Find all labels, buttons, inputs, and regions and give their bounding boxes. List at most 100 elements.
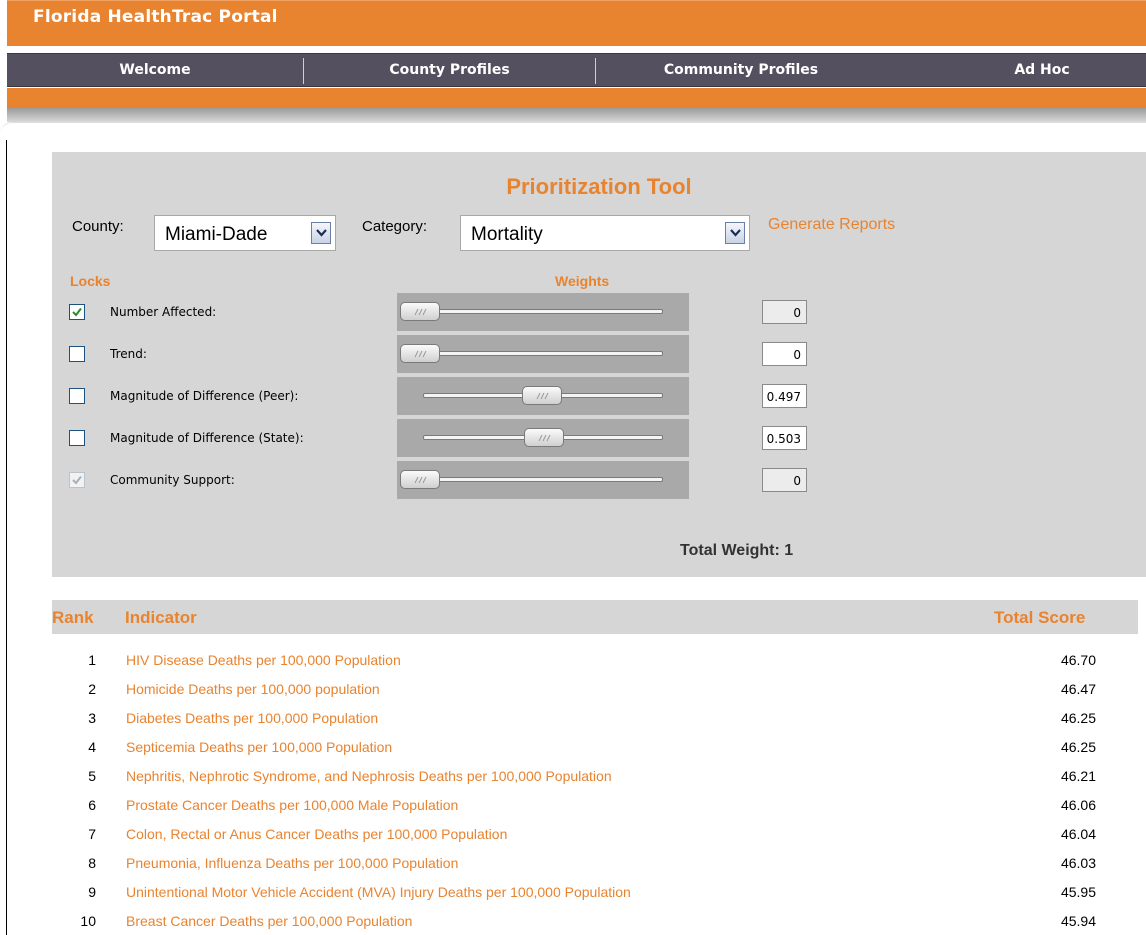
grip-icon bbox=[414, 476, 427, 484]
score-cell: 46.25 bbox=[1060, 739, 1096, 755]
lock-checkbox bbox=[69, 472, 85, 488]
score-cell: 46.03 bbox=[1060, 855, 1096, 871]
weight-value-input[interactable]: 0.497 bbox=[762, 384, 807, 408]
header-shadow-strip bbox=[7, 108, 1146, 122]
rank-cell: 2 bbox=[88, 681, 96, 697]
nav-county-profiles[interactable]: County Profiles bbox=[304, 54, 595, 88]
slider-thumb[interactable] bbox=[524, 428, 564, 447]
slider-track[interactable] bbox=[423, 309, 663, 314]
table-row: 5 Nephritis, Nephrotic Syndrome, and Neph… bbox=[52, 765, 1138, 789]
rank-cell: 3 bbox=[88, 710, 96, 726]
app-title: Florida HealthTrac Portal bbox=[33, 7, 278, 27]
rank-cell: 6 bbox=[88, 797, 96, 813]
header-accent-strip bbox=[7, 88, 1146, 108]
indicator-link[interactable]: Unintentional Motor Vehicle Accident (MV… bbox=[126, 884, 631, 900]
indicator-link[interactable]: Breast Cancer Deaths per 100,000 Populat… bbox=[126, 913, 412, 929]
score-cell: 46.70 bbox=[1060, 652, 1096, 668]
county-select[interactable]: Miami-Dade bbox=[154, 215, 336, 251]
slider-thumb[interactable] bbox=[522, 386, 562, 405]
indicator-link[interactable]: Nephritis, Nephrotic Syndrome, and Nephr… bbox=[126, 768, 612, 784]
nav-community-profiles[interactable]: Community Profiles bbox=[596, 54, 886, 88]
indicator-column-header[interactable]: Indicator bbox=[125, 608, 197, 628]
weight-value-input: 0 bbox=[762, 300, 807, 324]
weight-row-label: Magnitude of Difference (Peer): bbox=[110, 389, 299, 403]
rank-cell: 10 bbox=[80, 913, 96, 929]
lock-checkbox[interactable] bbox=[69, 388, 85, 404]
lock-checkbox[interactable] bbox=[69, 304, 85, 320]
panel-title: Prioritization Tool bbox=[506, 174, 692, 199]
rank-column-header[interactable]: Rank bbox=[52, 608, 94, 628]
weight-value-input[interactable]: 0.503 bbox=[762, 426, 807, 450]
slider-track[interactable] bbox=[423, 351, 663, 356]
checkmark-icon bbox=[72, 307, 82, 317]
category-select-value: Mortality bbox=[471, 224, 543, 245]
table-row: 6 Prostate Cancer Deaths per 100,000 Male… bbox=[52, 794, 1138, 818]
table-row: 9 Unintentional Motor Vehicle Accident (M… bbox=[52, 881, 1138, 905]
weight-slider[interactable] bbox=[397, 293, 689, 331]
indicator-link[interactable]: Homicide Deaths per 100,000 population bbox=[126, 681, 380, 697]
main-nav: Welcome County Profiles Community Profil… bbox=[7, 53, 1146, 87]
prioritization-panel: Prioritization Tool County: Miami-Dade C… bbox=[52, 152, 1146, 577]
score-cell: 46.06 bbox=[1060, 797, 1096, 813]
slider-thumb[interactable] bbox=[400, 302, 440, 321]
grip-icon bbox=[536, 392, 549, 400]
weight-value-input[interactable]: 0 bbox=[762, 342, 807, 366]
rank-cell: 8 bbox=[88, 855, 96, 871]
lock-checkbox[interactable] bbox=[69, 430, 85, 446]
weight-slider[interactable] bbox=[397, 461, 689, 499]
weight-value-input: 0 bbox=[762, 468, 807, 492]
weights-header: Weights bbox=[555, 273, 610, 289]
score-cell: 45.95 bbox=[1060, 884, 1096, 900]
indicator-link[interactable]: Colon, Rectal or Anus Cancer Deaths per … bbox=[126, 826, 507, 842]
score-cell: 46.25 bbox=[1060, 710, 1096, 726]
rank-cell: 7 bbox=[88, 826, 96, 842]
rank-cell: 9 bbox=[88, 884, 96, 900]
weight-row-label: Trend: bbox=[110, 347, 147, 361]
indicator-link[interactable]: Septicemia Deaths per 100,000 Population bbox=[126, 739, 392, 755]
checkmark-icon bbox=[72, 475, 82, 485]
lock-checkbox[interactable] bbox=[69, 346, 85, 362]
category-label: Category: bbox=[362, 218, 428, 235]
results-header: Rank Indicator Total Score bbox=[52, 600, 1138, 634]
nav-welcome[interactable]: Welcome bbox=[7, 54, 303, 88]
county-select-value: Miami-Dade bbox=[165, 224, 268, 245]
weight-row-label: Magnitude of Difference (State): bbox=[110, 431, 304, 445]
total-weight: Total Weight: 1 bbox=[680, 542, 794, 559]
table-row: 3 Diabetes Deaths per 100,000 Population 4… bbox=[52, 707, 1138, 731]
nav-ad-hoc[interactable]: Ad Hoc bbox=[967, 54, 1117, 88]
title-bar: Florida HealthTrac Portal bbox=[7, 0, 1146, 46]
indicator-link[interactable]: Diabetes Deaths per 100,000 Population bbox=[126, 710, 378, 726]
weight-slider[interactable] bbox=[397, 335, 689, 373]
table-row: 1 HIV Disease Deaths per 100,000 Populati… bbox=[52, 649, 1138, 673]
total-score-column-header[interactable]: Total Score bbox=[994, 608, 1085, 628]
weight-slider[interactable] bbox=[397, 419, 689, 457]
indicator-link[interactable]: Pneumonia, Influenza Deaths per 100,000 … bbox=[126, 855, 458, 871]
slider-thumb[interactable] bbox=[400, 470, 440, 489]
slider-track[interactable] bbox=[423, 477, 663, 482]
chevron-down-icon[interactable] bbox=[311, 222, 331, 244]
indicator-link[interactable]: HIV Disease Deaths per 100,000 Populatio… bbox=[126, 652, 401, 668]
score-cell: 46.47 bbox=[1060, 681, 1096, 697]
score-cell: 45.94 bbox=[1060, 913, 1096, 929]
grip-icon bbox=[538, 434, 551, 442]
table-row: 4 Septicemia Deaths per 100,000 Populatio… bbox=[52, 736, 1138, 760]
rank-cell: 1 bbox=[88, 652, 96, 668]
table-row: 10 Breast Cancer Deaths per 100,000 Popul… bbox=[52, 910, 1138, 934]
grip-icon bbox=[414, 308, 427, 316]
weight-row-label: Number Affected: bbox=[110, 305, 217, 319]
table-row: 2 Homicide Deaths per 100,000 population 4… bbox=[52, 678, 1138, 702]
weight-slider[interactable] bbox=[397, 377, 689, 415]
score-cell: 46.21 bbox=[1060, 768, 1096, 784]
grip-icon bbox=[414, 350, 427, 358]
generate-reports-link[interactable]: Generate Reports bbox=[768, 216, 895, 234]
page-edge-line bbox=[6, 140, 7, 935]
indicator-link[interactable]: Prostate Cancer Deaths per 100,000 Male … bbox=[126, 797, 458, 813]
slider-thumb[interactable] bbox=[400, 344, 440, 363]
county-label: County: bbox=[72, 218, 124, 235]
content-edge bbox=[0, 122, 1146, 138]
table-row: 7 Colon, Rectal or Anus Cancer Deaths per… bbox=[52, 823, 1138, 847]
locks-header: Locks bbox=[70, 273, 111, 289]
rank-cell: 4 bbox=[88, 739, 96, 755]
category-select[interactable]: Mortality bbox=[460, 215, 750, 251]
chevron-down-icon[interactable] bbox=[725, 222, 745, 244]
